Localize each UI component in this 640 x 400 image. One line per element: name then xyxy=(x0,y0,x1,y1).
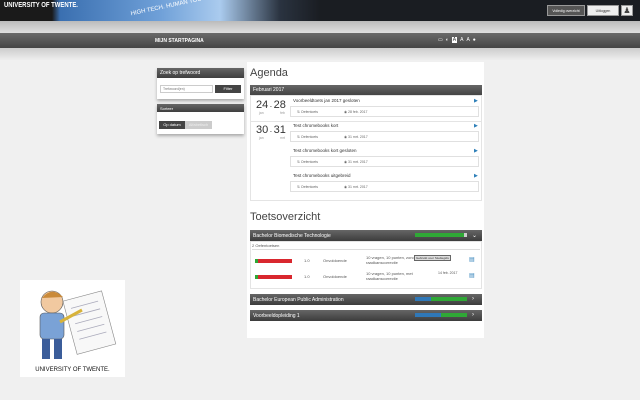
section-progress-bar xyxy=(415,297,467,301)
user-avatar-icon[interactable]: ♟ xyxy=(621,5,633,16)
nav-divider xyxy=(0,48,640,60)
search-panel: Zoek op trefwoord Filter xyxy=(157,68,244,99)
filter-button[interactable]: Filter xyxy=(215,85,241,93)
sort-by-date-button[interactable]: Op datum xyxy=(159,121,185,129)
event-title[interactable]: Test chromebooks uitgebreid xyxy=(293,173,351,178)
chevron-right-icon[interactable]: › xyxy=(472,312,474,318)
month-header: Februari 2017 xyxy=(250,85,482,95)
test-count: 2 Oefentoetsen xyxy=(252,243,280,248)
font-large-icon[interactable]: A xyxy=(466,37,469,43)
logout-button[interactable]: Uitloggen xyxy=(587,5,619,16)
chart-icon[interactable]: ▤ xyxy=(469,256,475,263)
search-panel-title: Zoek op trefwoord xyxy=(157,68,244,78)
event-details xyxy=(290,106,479,117)
agenda-title: Agenda xyxy=(250,67,288,79)
footer-logo: UNIVERSITY OF TWENTE. xyxy=(35,367,110,373)
event-title[interactable]: Test chromebooks kort xyxy=(293,123,338,128)
date-range: 30 - 31 jan mrt xyxy=(256,124,286,140)
result: Onvoldoende xyxy=(323,258,347,263)
full-overview-button[interactable]: Volledig overzicht xyxy=(547,5,585,16)
badge: Gebruikt voor Studiegids xyxy=(414,255,451,261)
event-date: ◉ 31 mrt. 2017 xyxy=(344,160,368,164)
student-cartoon-icon xyxy=(39,290,117,359)
section-progress-bar xyxy=(415,233,467,237)
test-date: 14 feb. 2017 xyxy=(438,271,458,275)
score-bar xyxy=(255,259,292,263)
nav-bar xyxy=(0,33,640,48)
globe-icon[interactable]: ● xyxy=(473,37,476,43)
play-icon[interactable]: ▶ xyxy=(474,173,478,179)
event-type: ⇅ Oefentoets xyxy=(297,135,319,139)
score-bar xyxy=(255,275,292,279)
divider xyxy=(252,249,480,250)
chevron-right-icon[interactable]: › xyxy=(472,296,474,302)
sort-alphabetical-button[interactable]: Alfabetisch xyxy=(185,121,212,129)
grade: 1.0 xyxy=(304,274,310,279)
result: Onvoldoende xyxy=(323,274,347,279)
event-type: ⇅ Oefentoets xyxy=(297,185,319,189)
date-range: 24 - 28 jan feb xyxy=(256,99,286,115)
sort-panel: Sorteer Op datum Alfabetisch xyxy=(157,104,244,134)
divider xyxy=(251,121,481,122)
monitor-icon[interactable]: ▭ xyxy=(438,37,443,43)
font-medium-icon[interactable]: A xyxy=(460,37,463,43)
event-details xyxy=(290,131,479,142)
accessibility-toolbar: ▭ ◐ A A A ● xyxy=(438,37,476,43)
play-icon[interactable]: ▶ xyxy=(474,123,478,129)
tests-title: Toetsoverzicht xyxy=(250,211,321,223)
header-divider xyxy=(0,21,640,33)
event-date: ◉ 28 feb. 2017 xyxy=(344,110,368,114)
sort-panel-title: Sorteer xyxy=(157,104,244,112)
contrast-icon[interactable]: ◐ xyxy=(446,37,449,43)
mascot-illustration: UNIVERSITY OF TWENTE. xyxy=(20,280,125,377)
event-title[interactable]: Voorbeeldtoets jan 2017 gesloten xyxy=(293,98,360,103)
event-type: ⇅ Oefentoets xyxy=(297,160,319,164)
test-description: 10 vragen, 10 punten, met raadkanscorrec… xyxy=(366,271,413,281)
chevron-down-icon[interactable]: ⌄ xyxy=(472,232,477,239)
university-logo[interactable]: UNIVERSITY OF TWENTE. xyxy=(4,2,78,10)
event-type: ⇅ Oefentoets xyxy=(297,110,319,114)
grade: 1.0 xyxy=(304,258,310,263)
event-date: ◉ 31 mrt. 2017 xyxy=(344,185,368,189)
keyword-search-input[interactable] xyxy=(160,85,213,93)
event-details xyxy=(290,156,479,167)
section-progress-bar xyxy=(415,313,467,317)
font-small-icon[interactable]: A xyxy=(451,37,458,43)
page-title[interactable]: MIJN STARTPAGINA xyxy=(155,38,204,44)
play-icon[interactable]: ▶ xyxy=(474,98,478,104)
event-date: ◉ 31 mrt. 2017 xyxy=(344,135,368,139)
chart-icon[interactable]: ▤ xyxy=(469,272,475,279)
event-details xyxy=(290,181,479,192)
header-banner xyxy=(0,0,640,21)
event-title[interactable]: Test chromebooks kort gesloten xyxy=(293,148,357,153)
play-icon[interactable]: ▶ xyxy=(474,148,478,154)
